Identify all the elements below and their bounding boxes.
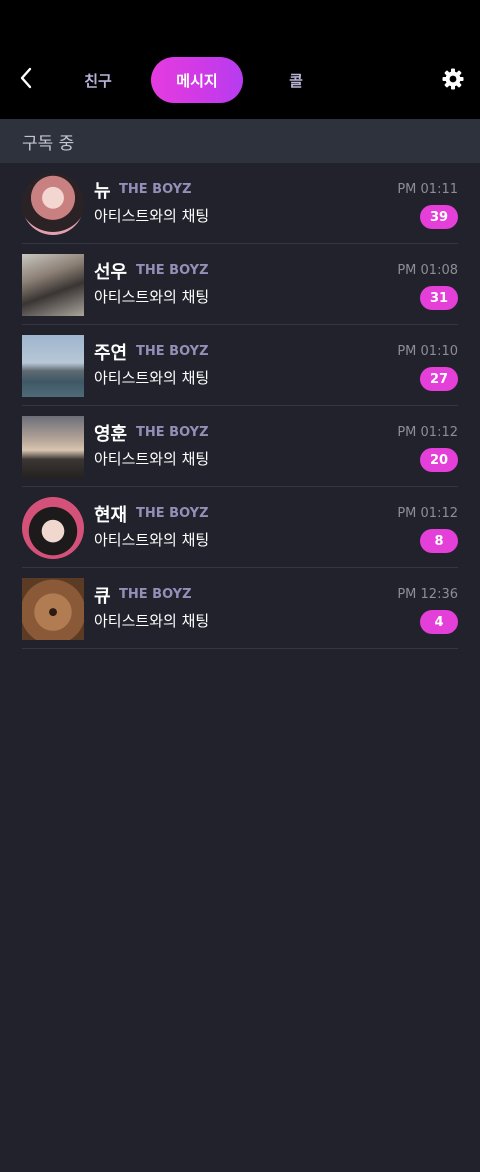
timestamp: PM 01:10 xyxy=(397,344,458,359)
chevron-left-icon xyxy=(20,67,32,89)
section-title: 구독 중 xyxy=(22,133,75,154)
avatar xyxy=(22,497,84,559)
gear-icon xyxy=(442,68,464,90)
chat-subtitle: 아티스트와의 채팅 xyxy=(94,450,210,468)
chat-name: 주연 xyxy=(94,343,128,364)
tab-call[interactable]: 콜 xyxy=(268,57,324,103)
timestamp: PM 01:08 xyxy=(397,263,458,278)
chat-subtitle: 아티스트와의 채팅 xyxy=(94,207,210,225)
chat-name: 영훈 xyxy=(94,424,128,445)
chat-row-sunwoo[interactable]: 선우 THE BOYZ 아티스트와의 채팅 PM 01:08 31 xyxy=(22,244,458,325)
chat-list: 뉴 THE BOYZ 아티스트와의 채팅 PM 01:11 39 선우 THE … xyxy=(0,163,480,649)
group-label: THE BOYZ xyxy=(119,587,192,602)
chat-name: 현재 xyxy=(94,505,128,526)
chat-subtitle: 아티스트와의 채팅 xyxy=(94,612,210,630)
chat-subtitle: 아티스트와의 채팅 xyxy=(94,369,210,387)
chat-row-juyeon[interactable]: 주연 THE BOYZ 아티스트와의 채팅 PM 01:10 27 xyxy=(22,325,458,406)
chat-name: 뉴 xyxy=(94,181,111,202)
avatar xyxy=(22,254,84,316)
chat-name: 선우 xyxy=(94,262,128,283)
settings-button[interactable] xyxy=(440,66,466,92)
tab-friends[interactable]: 친구 xyxy=(68,57,128,103)
chat-row-new[interactable]: 뉴 THE BOYZ 아티스트와의 채팅 PM 01:11 39 xyxy=(22,163,458,244)
unread-badge: 4 xyxy=(420,610,458,634)
group-label: THE BOYZ xyxy=(136,263,209,278)
avatar xyxy=(22,416,84,478)
avatar xyxy=(22,173,84,235)
unread-badge: 20 xyxy=(420,448,458,472)
unread-badge: 31 xyxy=(420,286,458,310)
timestamp: PM 01:11 xyxy=(397,182,458,197)
chat-row-younghoon[interactable]: 영훈 THE BOYZ 아티스트와의 채팅 PM 01:12 20 xyxy=(22,406,458,487)
group-label: THE BOYZ xyxy=(136,344,209,359)
chat-subtitle: 아티스트와의 채팅 xyxy=(94,288,210,306)
chat-row-hyunjae[interactable]: 현재 THE BOYZ 아티스트와의 채팅 PM 01:12 8 xyxy=(22,487,458,568)
group-label: THE BOYZ xyxy=(136,506,209,521)
tab-messages[interactable]: 메시지 xyxy=(151,57,243,103)
unread-badge: 27 xyxy=(420,367,458,391)
group-label: THE BOYZ xyxy=(136,425,209,440)
avatar xyxy=(22,578,84,640)
chat-row-q[interactable]: 큐 THE BOYZ 아티스트와의 채팅 PM 12:36 4 xyxy=(22,568,458,649)
unread-badge: 8 xyxy=(420,529,458,553)
timestamp: PM 01:12 xyxy=(397,506,458,521)
avatar xyxy=(22,335,84,397)
unread-badge: 39 xyxy=(420,205,458,229)
chat-subtitle: 아티스트와의 채팅 xyxy=(94,531,210,549)
chat-name: 큐 xyxy=(94,586,111,607)
group-label: THE BOYZ xyxy=(119,182,192,197)
timestamp: PM 01:12 xyxy=(397,425,458,440)
back-button[interactable] xyxy=(14,64,38,92)
timestamp: PM 12:36 xyxy=(397,587,458,602)
top-bar: 친구 메시지 콜 xyxy=(0,0,480,119)
section-header: 구독 중 xyxy=(0,119,480,163)
